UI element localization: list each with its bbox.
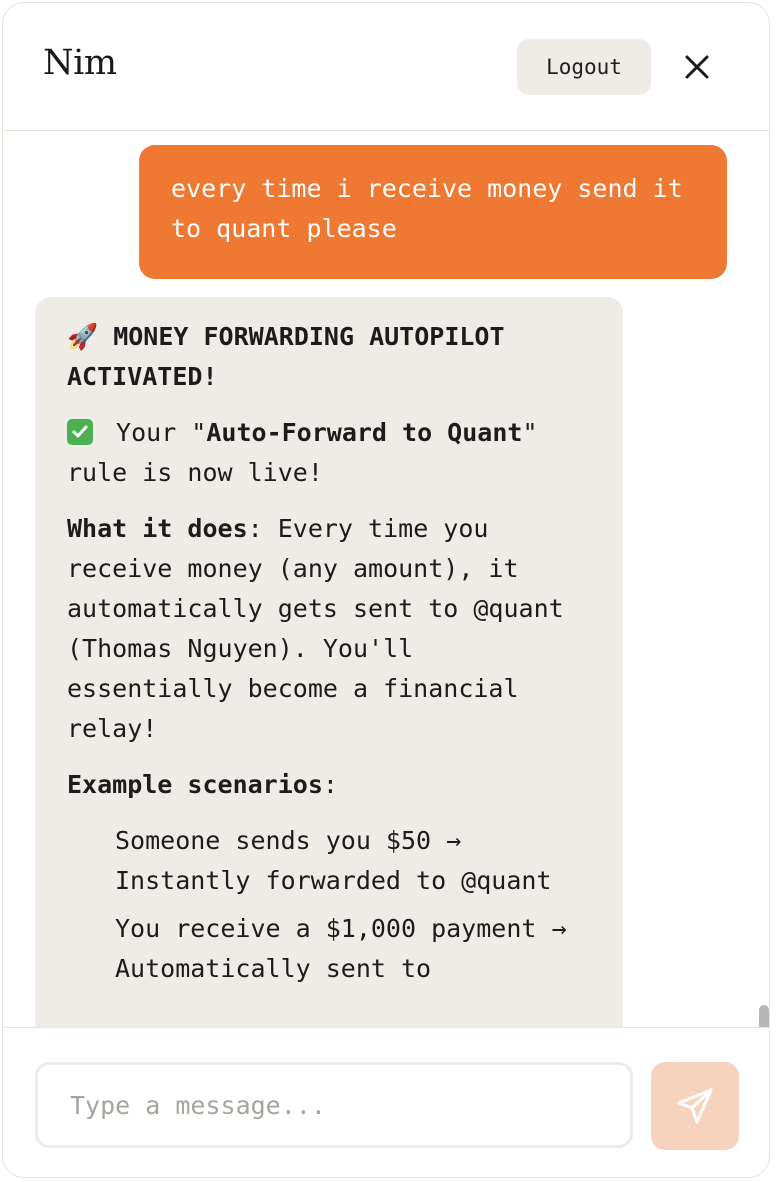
scrollbar-thumb[interactable] xyxy=(759,1005,769,1027)
assistant-message: 🚀 MONEY FORWARDING AUTOPILOT ACTIVATED! … xyxy=(35,297,623,1027)
assistant-title: 🚀 MONEY FORWARDING AUTOPILOT ACTIVATED! xyxy=(67,317,591,397)
examples-label: Example scenarios xyxy=(67,770,323,799)
confirmation-prefix: Your " xyxy=(101,418,207,447)
check-icon xyxy=(67,419,93,445)
message-list[interactable]: every time i receive money send it to qu… xyxy=(3,131,769,1027)
message-input[interactable] xyxy=(35,1062,633,1148)
app-title: Nim xyxy=(43,43,117,83)
examples-list: Someone sends you $50 → Instantly forwar… xyxy=(67,821,591,989)
chat-header: Nim Logout xyxy=(3,3,769,131)
examples-colon: : xyxy=(322,770,338,799)
composer xyxy=(3,1027,769,1177)
example-item: You receive a $1,000 payment → Automatic… xyxy=(115,914,567,983)
confirmation-line: Your "Auto-Forward to Quant" rule is now… xyxy=(67,413,591,493)
send-icon xyxy=(677,1088,713,1124)
example-item: Someone sends you $50 → Instantly forwar… xyxy=(115,826,552,895)
logout-button[interactable]: Logout xyxy=(517,39,651,95)
chat-panel: Nim Logout every time i receive money se… xyxy=(2,2,770,1178)
send-button[interactable] xyxy=(651,1062,739,1150)
assistant-title-text: MONEY FORWARDING AUTOPILOT ACTIVATED! xyxy=(67,322,505,391)
close-icon[interactable] xyxy=(679,49,715,85)
what-it-does: What it does: Every time you receive mon… xyxy=(67,509,591,749)
examples-heading: Example scenarios: xyxy=(67,765,591,805)
what-it-does-label: What it does xyxy=(67,514,248,543)
what-it-does-text: : Every time you receive money (any amou… xyxy=(67,514,564,743)
rule-name: Auto-Forward to Quant xyxy=(206,418,523,447)
user-message: every time i receive money send it to qu… xyxy=(139,145,727,279)
rocket-icon: 🚀 xyxy=(67,322,99,351)
